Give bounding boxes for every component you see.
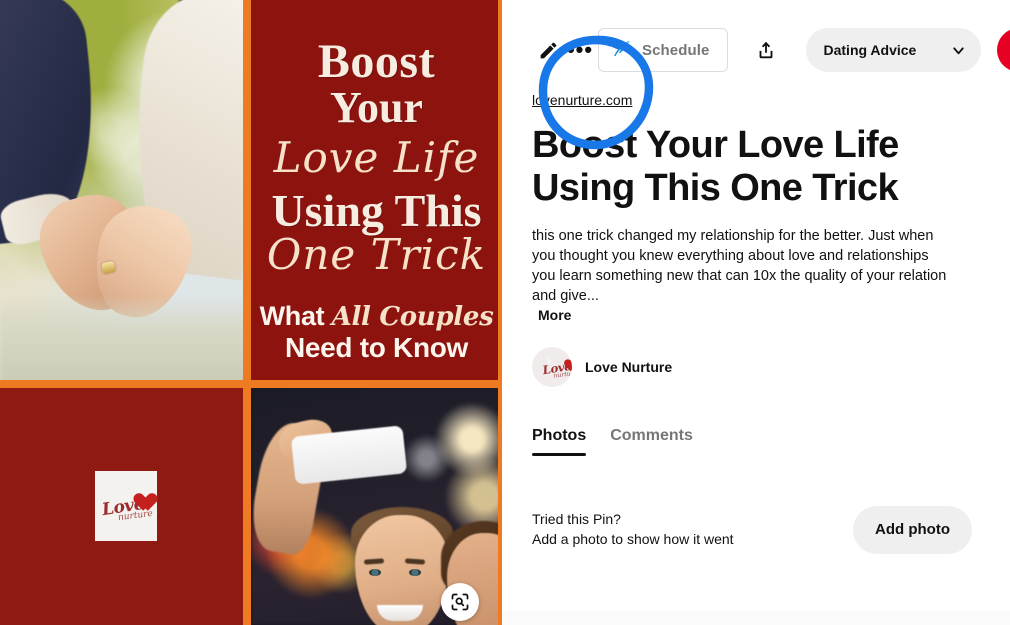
- more-options-label: •••: [566, 37, 594, 62]
- board-name: Dating Advice: [823, 42, 917, 58]
- schedule-label: Schedule: [642, 41, 710, 59]
- heart-figures: [107, 489, 114, 500]
- creative-script-2: One Trick: [266, 230, 487, 280]
- tab-comments[interactable]: Comments: [610, 427, 693, 456]
- pin-toolbar: ••• Schedule Dating Advice: [532, 0, 1010, 88]
- pin-image-pane[interactable]: Boost Your Love Life Using This One Tric…: [0, 0, 502, 625]
- footer-strip: [502, 611, 1010, 625]
- brand-logo-card: Love nurture: [94, 471, 157, 541]
- author-row[interactable]: Love nurture Love Nurture: [532, 346, 673, 387]
- creative-subline: What All Couples Need to Know: [260, 303, 494, 362]
- creative-script-1: Love Life: [273, 133, 480, 183]
- more-options-button[interactable]: •••: [564, 34, 596, 66]
- heart-icon: [561, 354, 572, 368]
- creative-subline-bold-2: Need to Know: [284, 331, 469, 363]
- tab-photos[interactable]: Photos: [532, 427, 587, 456]
- more-link[interactable]: More: [538, 307, 980, 323]
- pin-description: this one trick changed my relationship f…: [532, 227, 947, 304]
- tried-this-pin-section: Tried this Pin? Add a photo to show how …: [532, 505, 972, 554]
- pin-detail-page: Boost Your Love Life Using This One Tric…: [0, 0, 1010, 625]
- feather-icon: [612, 38, 633, 62]
- heart-icon: [129, 486, 151, 506]
- page-title: Boost Your Love Life Using This One Tric…: [532, 124, 899, 210]
- love-nurture-logo: Love nurture: [541, 353, 572, 382]
- tried-line-2: Add a photo to show how it went: [532, 530, 734, 547]
- creative-subline-script: All Couples: [331, 302, 494, 333]
- creative-subline-bold: What: [259, 301, 325, 332]
- heart-figures: [546, 356, 551, 364]
- visual-search-icon[interactable]: [441, 583, 479, 621]
- pin-photo-holding-hands: [0, 0, 251, 387]
- creative-headline-2: Your: [330, 83, 423, 133]
- man-eye-left: [369, 569, 381, 576]
- save-button[interactable]: Save: [996, 28, 1010, 72]
- ground-blur: [0, 295, 251, 387]
- share-upload-icon[interactable]: [746, 30, 786, 70]
- tried-this-pin-text: Tried this Pin? Add a photo to show how …: [532, 510, 734, 550]
- man-eye-right: [409, 569, 421, 576]
- detail-tabs: Photos Comments: [532, 427, 980, 456]
- pin-logo-tile: Love nurture: [0, 387, 251, 625]
- pencil-icon[interactable]: [532, 34, 564, 66]
- chevron-down-icon: [950, 42, 967, 59]
- love-nurture-logo: Love nurture: [100, 485, 153, 527]
- author-name: Love Nurture: [585, 358, 673, 375]
- pin-photo-selfie: [251, 387, 502, 625]
- avatar: Love nurture: [532, 346, 572, 387]
- creative-headline-1: Boost: [317, 35, 436, 88]
- board-selector[interactable]: Dating Advice: [805, 28, 981, 72]
- creative-headline-3: Using This: [271, 185, 482, 237]
- pin-collage: Boost Your Love Life Using This One Tric…: [0, 0, 502, 625]
- source-link[interactable]: lovenurture.com: [532, 92, 632, 108]
- schedule-button[interactable]: Schedule: [598, 28, 728, 72]
- tried-line-1: Tried this Pin?: [532, 510, 621, 527]
- pin-title-card: Boost Your Love Life Using This One Tric…: [251, 0, 502, 387]
- pin-detail-pane: ••• Schedule Dating Advice lovenurture.c…: [502, 0, 1010, 625]
- add-photo-button[interactable]: Add photo: [853, 505, 972, 554]
- card-bottom-rule: [251, 380, 502, 387]
